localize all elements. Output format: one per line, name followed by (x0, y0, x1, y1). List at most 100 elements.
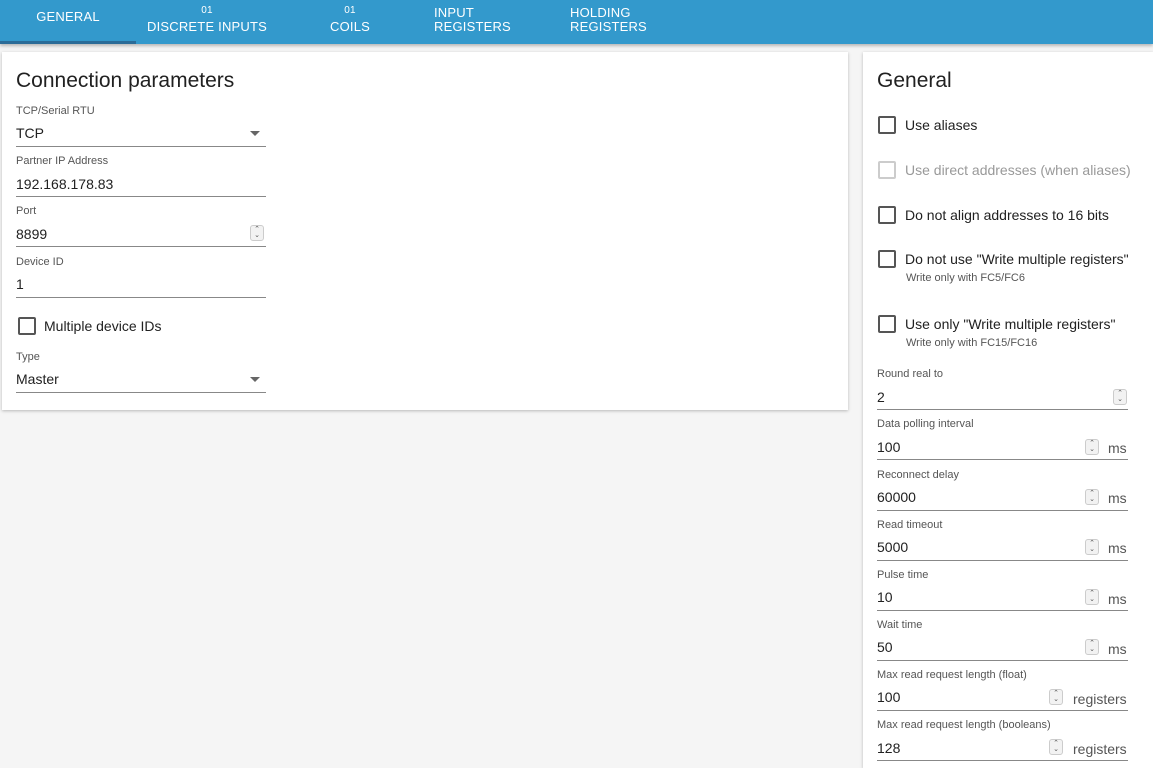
tab-discrete-inputs-label: DISCRETE INPUTS (146, 19, 267, 34)
connection-parameters-title: Connection parameters (16, 69, 235, 92)
reconnect-delay-label: Reconnect delay (877, 469, 959, 481)
polling-interval-unit: ms (1108, 440, 1127, 456)
read-timeout-field[interactable]: Read timeout 5000 ⌃ ⌄ ms (877, 519, 1128, 561)
read-timeout-unit: ms (1108, 540, 1127, 556)
tab-coils-badge: 01 (344, 5, 356, 16)
max-read-booleans-field[interactable]: Max read request length (booleans) 128 ⌃… (877, 719, 1128, 761)
use-aliases-label: Use aliases (905, 117, 978, 133)
polling-interval-field[interactable]: Data polling interval 100 ⌃ ⌄ ms (877, 418, 1128, 460)
tab-general[interactable]: GENERAL (0, 0, 136, 44)
max-read-float-value: 100 (877, 689, 901, 705)
general-title: General (877, 69, 952, 92)
round-real-value: 2 (877, 389, 885, 405)
pulse-time-unit: ms (1108, 591, 1127, 607)
protocol-select[interactable]: TCP/Serial RTU TCP (16, 105, 266, 147)
multiple-device-ids-label: Multiple device IDs (44, 318, 162, 334)
max-read-booleans-stepper[interactable]: ⌃ ⌄ (1049, 739, 1063, 755)
port-underline (16, 246, 266, 247)
multiple-device-ids-checkbox[interactable]: Multiple device IDs (18, 317, 278, 337)
tab-holding-registers[interactable]: 123 HOLDING REGISTERS (570, 0, 708, 44)
tab-holding-registers-badge: 123 (632, 0, 646, 2)
reconnect-delay-value: 60000 (877, 489, 916, 505)
round-real-underline (877, 409, 1128, 410)
checkbox-box[interactable] (878, 315, 896, 333)
tab-input-registers-label: INPUT REGISTERS (434, 5, 511, 34)
max-read-float-unit: registers (1073, 691, 1127, 707)
pulse-time-label: Pulse time (877, 569, 929, 581)
checkbox-box[interactable] (878, 116, 896, 134)
no-align-16-bits-checkbox[interactable]: Do not align addresses to 16 bits (878, 206, 1148, 226)
round-real-label: Round real to (877, 368, 944, 380)
use-direct-addresses-label: Use direct addresses (when aliases) (905, 162, 1131, 178)
polling-interval-stepper[interactable]: ⌃ ⌄ (1085, 439, 1099, 455)
only-write-multiple-label: Use only "Write multiple registers" (905, 316, 1116, 332)
protocol-underline (16, 146, 266, 147)
tab-discrete-inputs-badge: 01 (201, 5, 213, 16)
round-real-field[interactable]: Round real to 2 ⌃ ⌄ (877, 368, 1128, 410)
only-write-multiple-hint: Write only with FC15/FC16 (906, 337, 1038, 349)
only-write-multiple-checkbox[interactable]: Use only "Write multiple registers" Writ… (878, 315, 1148, 351)
read-timeout-stepper[interactable]: ⌃ ⌄ (1085, 539, 1099, 555)
wait-time-underline (877, 660, 1128, 661)
tab-coils-label: COILS (329, 19, 370, 34)
max-read-booleans-value: 128 (877, 740, 901, 756)
pulse-time-stepper[interactable]: ⌃ ⌄ (1085, 589, 1099, 605)
no-write-multiple-checkbox[interactable]: Do not use "Write multiple registers" Wr… (878, 250, 1153, 286)
tab-coils[interactable]: 01 COILS (318, 0, 382, 44)
device-id-label: Device ID (16, 256, 64, 268)
max-read-float-field[interactable]: Max read request length (float) 100 ⌃ ⌄ r… (877, 669, 1128, 711)
wait-time-field[interactable]: Wait time 50 ⌃ ⌄ ms (877, 619, 1128, 661)
port-label: Port (16, 205, 37, 217)
ip-address-field[interactable]: Partner IP Address 192.168.178.83 (16, 155, 266, 197)
use-direct-addresses-checkbox[interactable]: Use direct addresses (when aliases) (878, 161, 1153, 181)
chevron-down-icon (250, 377, 260, 382)
polling-interval-label: Data polling interval (877, 418, 974, 430)
wait-time-value: 50 (877, 639, 893, 655)
tab-input-registers-badge: 123 (487, 0, 501, 2)
device-id-underline (16, 297, 266, 298)
tab-holding-registers-label: HOLDING REGISTERS (570, 5, 647, 34)
port-field[interactable]: Port 8899 ⌃ ⌄ (16, 205, 266, 247)
wait-time-stepper[interactable]: ⌃ ⌄ (1085, 639, 1099, 655)
tab-discrete-inputs[interactable]: 01 DISCRETE INPUTS (145, 0, 269, 44)
pulse-time-field[interactable]: Pulse time 10 ⌃ ⌄ ms (877, 569, 1128, 611)
connection-parameters-card: Connection parameters TCP/Serial RTU TCP… (2, 52, 848, 410)
wait-time-label: Wait time (877, 619, 923, 631)
checkbox-box[interactable] (878, 161, 896, 179)
type-underline (16, 392, 266, 393)
polling-interval-underline (877, 459, 1128, 460)
port-stepper[interactable]: ⌃ ⌄ (250, 225, 264, 241)
tab-general-label: GENERAL (36, 9, 100, 24)
ip-address-value: 192.168.178.83 (16, 176, 114, 192)
top-tab-bar: GENERAL 01 DISCRETE INPUTS 01 COILS 123 … (0, 0, 1153, 44)
no-write-multiple-label: Do not use "Write multiple registers" (905, 251, 1129, 267)
checkbox-box[interactable] (878, 206, 896, 224)
no-align-16-bits-label: Do not align addresses to 16 bits (905, 207, 1109, 223)
use-aliases-checkbox[interactable]: Use aliases (878, 116, 1148, 136)
protocol-value: TCP (16, 125, 44, 141)
max-read-float-stepper[interactable]: ⌃ ⌄ (1049, 689, 1063, 705)
checkbox-box[interactable] (878, 250, 896, 268)
port-value: 8899 (16, 226, 48, 242)
type-value: Master (16, 371, 59, 387)
device-id-field[interactable]: Device ID 1 (16, 256, 266, 298)
polling-interval-value: 100 (877, 439, 901, 455)
reconnect-delay-unit: ms (1108, 490, 1127, 506)
max-read-booleans-underline (877, 760, 1128, 761)
reconnect-delay-field[interactable]: Reconnect delay 60000 ⌃ ⌄ ms (877, 469, 1128, 511)
reconnect-delay-underline (877, 510, 1128, 511)
pulse-time-value: 10 (877, 589, 893, 605)
tab-input-registers[interactable]: 123 INPUT REGISTERS (434, 0, 554, 44)
read-timeout-label: Read timeout (877, 519, 943, 531)
round-real-stepper[interactable]: ⌃ ⌄ (1113, 389, 1127, 405)
checkbox-box[interactable] (18, 317, 36, 335)
type-select[interactable]: Type Master (16, 351, 266, 393)
reconnect-delay-stepper[interactable]: ⌃ ⌄ (1085, 489, 1099, 505)
max-read-float-label: Max read request length (float) (877, 669, 1027, 681)
general-card: General Use aliases Use direct addresses… (863, 52, 1153, 768)
type-label: Type (16, 351, 40, 363)
max-read-booleans-label: Max read request length (booleans) (877, 719, 1051, 731)
protocol-label: TCP/Serial RTU (16, 105, 95, 117)
device-id-value: 1 (16, 276, 24, 292)
read-timeout-underline (877, 560, 1128, 561)
